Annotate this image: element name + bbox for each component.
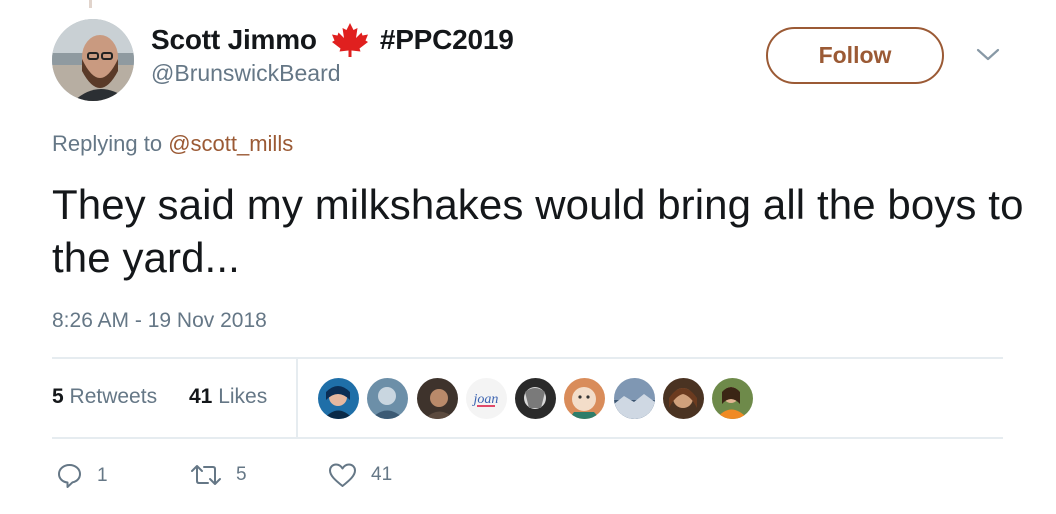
retweets-stat[interactable]: 5 Retweets xyxy=(52,385,157,409)
retweet-icon xyxy=(191,465,221,485)
tweet-timestamp[interactable]: 8:26 AM - 19 Nov 2018 xyxy=(52,309,267,333)
likes-count: 41 xyxy=(189,385,213,408)
reply-action[interactable]: 1 xyxy=(56,462,108,489)
liker-avatar[interactable] xyxy=(564,378,606,419)
reply-icon xyxy=(58,464,81,488)
liker-avatar[interactable] xyxy=(367,378,409,419)
liker-avatar[interactable] xyxy=(712,378,754,419)
liker-avatar[interactable] xyxy=(515,378,557,419)
liker-avatar[interactable] xyxy=(613,378,655,419)
maple-leaf-icon xyxy=(330,22,370,58)
divider xyxy=(52,357,1003,359)
author-name-row: Scott Jimmo #PPC2019 xyxy=(151,22,514,58)
stats-divider xyxy=(296,359,298,438)
likes-stat[interactable]: 41 Likes xyxy=(189,385,267,409)
retweets-label: Retweets xyxy=(69,385,158,408)
retweets-count: 5 xyxy=(52,385,64,408)
like-count: 41 xyxy=(371,464,393,485)
replying-to-line: Replying to @scott_mills xyxy=(52,131,293,157)
author-handle[interactable]: @BrunswickBeard xyxy=(151,60,341,87)
liker-avatar[interactable] xyxy=(663,378,705,419)
reply-count: 1 xyxy=(97,464,108,486)
thread-line xyxy=(89,0,92,8)
divider xyxy=(52,437,1003,439)
heart-icon xyxy=(329,463,356,487)
svg-text:joan: joan xyxy=(471,392,498,407)
liker-avatar[interactable]: joan xyxy=(465,378,507,419)
author-name[interactable]: Scott Jimmo xyxy=(151,24,317,56)
author-hashtag: #PPC2019 xyxy=(379,24,514,55)
like-action[interactable]: 41 xyxy=(328,462,392,488)
reply-mention-link[interactable]: @scott_mills xyxy=(168,131,293,156)
follow-button[interactable]: Follow xyxy=(766,27,944,84)
liker-avatar[interactable] xyxy=(416,378,458,419)
liker-avatar[interactable] xyxy=(318,378,359,419)
likes-label: Likes xyxy=(218,385,268,408)
retweet-action[interactable]: 5 xyxy=(190,462,247,488)
retweet-count: 5 xyxy=(236,464,247,485)
author-avatar[interactable] xyxy=(52,19,134,101)
liker-avatars: joan xyxy=(318,378,762,419)
replying-prefix: Replying to xyxy=(52,131,169,156)
chevron-down-icon[interactable] xyxy=(975,44,1001,64)
tweet-text: They said my milkshakes would bring all … xyxy=(52,181,1024,281)
